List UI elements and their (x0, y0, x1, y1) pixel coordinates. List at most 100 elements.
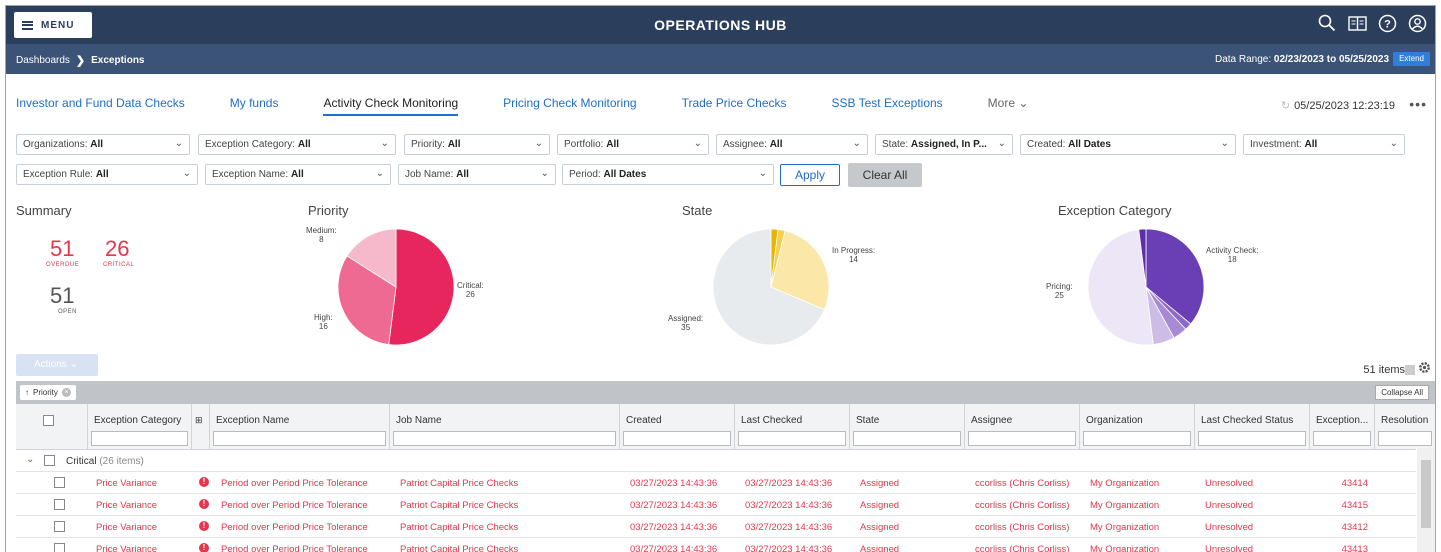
sort-chip-priority[interactable]: ↑ Priority × (20, 385, 76, 400)
help-icon[interactable]: ? (1377, 13, 1397, 33)
filter-priority[interactable]: Priority: All ⌄ (404, 134, 550, 155)
filter-exception-name[interactable]: Exception Name: All ⌄ (205, 164, 391, 185)
tab-my-funds[interactable]: My funds (230, 96, 279, 116)
pie-label-critical: Critical: 26 (457, 281, 484, 299)
chevron-down-icon: ⌄ (1389, 138, 1398, 149)
row-checkbox[interactable] (54, 477, 65, 488)
tab-activity-check-monitoring[interactable]: Activity Check Monitoring (323, 96, 459, 116)
open-count: 51 (50, 283, 75, 308)
grid-scrollbar[interactable] (1417, 448, 1435, 552)
group-checkbox[interactable] (44, 455, 55, 466)
filter-organizations[interactable]: Organizations: All ⌄ (16, 134, 190, 155)
row-checkbox[interactable] (54, 543, 65, 552)
filter-input-state[interactable] (853, 431, 961, 446)
exception-category-pie-chart (1087, 228, 1205, 346)
cell-assignee: ccorliss (Chris Corliss) (975, 478, 1070, 489)
book-icon[interactable] (1347, 13, 1367, 33)
breadcrumb-dashboards[interactable]: Dashboards (16, 55, 70, 66)
tab-investor-fund-data-checks[interactable]: Investor and Fund Data Checks (16, 96, 185, 116)
group-by-bar: ↑ Priority × Collapse All (16, 381, 1435, 404)
user-icon[interactable] (1407, 13, 1427, 33)
tab-pricing-check-monitoring[interactable]: Pricing Check Monitoring (503, 96, 636, 116)
filter-period[interactable]: Period: All Dates ⌄ (562, 164, 774, 185)
close-icon[interactable]: × (61, 388, 71, 397)
sort-up-icon: ↑ (25, 388, 29, 397)
filter-input-exception-id[interactable] (1313, 431, 1371, 446)
chevron-down-icon: ⌄ (380, 138, 389, 149)
tab-more[interactable]: More ⌄ (988, 96, 1029, 116)
row-checkbox[interactable] (54, 521, 65, 532)
critical-label: CRITICAL (103, 262, 135, 268)
collapse-all-button[interactable]: Collapse All (1375, 385, 1429, 400)
filter-input-organization[interactable] (1083, 431, 1191, 446)
cell-state: Assigned (860, 544, 900, 552)
filter-created[interactable]: Created: All Dates ⌄ (1020, 134, 1236, 155)
header-organization[interactable]: Organization (1080, 404, 1195, 449)
pie-label-pricing: Pricing: 25 (1046, 282, 1073, 300)
row-checkbox[interactable] (54, 499, 65, 510)
cell-org: My Organization (1090, 478, 1160, 489)
group-row-critical[interactable]: ⌄ Critical (26 items) (16, 449, 1416, 471)
items-count: 51 items (1363, 364, 1405, 376)
filter-input-job-name[interactable] (393, 431, 616, 446)
table-row[interactable]: ! Price Variance Period over Period Price … (16, 515, 1416, 537)
filter-input-last-checked-status[interactable] (1198, 431, 1306, 446)
more-options-icon[interactable]: ••• (1409, 96, 1427, 112)
cell-exception-id: 43415 (1341, 500, 1368, 511)
filter-input-assignee[interactable] (968, 431, 1076, 446)
filter-input-resolution[interactable] (1378, 431, 1432, 446)
header-exception-category[interactable]: Exception Category (88, 404, 192, 449)
filter-input-last-checked[interactable] (738, 431, 846, 446)
search-icon[interactable] (1317, 13, 1337, 33)
filter-input-exception-category[interactable] (91, 431, 188, 446)
pie-slice-critical[interactable] (388, 228, 455, 346)
cell-job: Patriot Capital Price Checks (400, 522, 519, 533)
scrollbar-thumb[interactable] (1421, 460, 1431, 528)
gear-icon[interactable] (1418, 361, 1431, 379)
expand-icon: ⊞ (195, 415, 203, 425)
breadcrumb: Dashboards ❯ Exceptions (16, 54, 145, 67)
header-expand[interactable]: ⊞ (192, 404, 210, 449)
filter-input-exception-name[interactable] (213, 431, 386, 446)
header-state[interactable]: State (850, 404, 965, 449)
apply-button[interactable]: Apply (780, 164, 840, 186)
chevron-right-icon: ❯ (75, 55, 86, 67)
breadcrumb-bar: Dashboards ❯ Exceptions Data Range: 02/2… (6, 44, 1435, 74)
column-toggle-icon[interactable] (1405, 365, 1415, 375)
header-exception-id[interactable]: Exception... (1310, 404, 1375, 449)
tab-ssb-test-exceptions[interactable]: SSB Test Exceptions (832, 96, 943, 116)
filter-investment[interactable]: Investment: All ⌄ (1243, 134, 1405, 155)
filter-portfolio[interactable]: Portfolio: All ⌄ (557, 134, 709, 155)
filter-state[interactable]: State: Assigned, In P... ⌄ (875, 134, 1013, 155)
header-created[interactable]: Created (620, 404, 735, 449)
refresh-icon[interactable]: ↻ (1281, 99, 1290, 112)
filter-assignee[interactable]: Assignee: All ⌄ (716, 134, 868, 155)
pie-label-medium: Medium: 8 (306, 226, 337, 244)
table-row[interactable]: ! Price Variance Period over Period Price … (16, 493, 1416, 515)
header-exception-name[interactable]: Exception Name (210, 404, 390, 449)
filter-exception-category[interactable]: Exception Category: All ⌄ (198, 134, 396, 155)
filter-exception-rule[interactable]: Exception Rule: All ⌄ (16, 164, 198, 185)
table-row[interactable]: ! Price Variance Period over Period Price … (16, 471, 1416, 493)
table-row[interactable]: ! Price Variance Period over Period Price … (16, 537, 1416, 552)
cell-state: Assigned (860, 478, 900, 489)
header-last-checked-status[interactable]: Last Checked Status (1195, 404, 1310, 449)
header-job-name[interactable]: Job Name (390, 404, 620, 449)
chart-title-state: State (682, 203, 713, 218)
cell-assignee: ccorliss (Chris Corliss) (975, 500, 1070, 511)
sort-chip-label: Priority (33, 388, 58, 397)
cell-state: Assigned (860, 522, 900, 533)
header-last-checked[interactable]: Last Checked (735, 404, 850, 449)
filter-job-name[interactable]: Job Name: All ⌄ (398, 164, 556, 185)
select-all-checkbox[interactable] (43, 415, 54, 426)
summary-title: Summary (16, 203, 72, 218)
error-icon: ! (199, 477, 209, 487)
header-resolution[interactable]: Resolution (1375, 404, 1435, 449)
clear-all-button[interactable]: Clear All (848, 163, 922, 187)
actions-button[interactable]: Actions ⌄ (16, 354, 98, 376)
filter-input-created[interactable] (623, 431, 731, 446)
header-assignee[interactable]: Assignee (965, 404, 1080, 449)
tab-trade-price-checks[interactable]: Trade Price Checks (682, 96, 787, 116)
extend-button[interactable]: Extend (1393, 52, 1430, 66)
chevron-down-icon[interactable]: ⌄ (26, 454, 34, 465)
